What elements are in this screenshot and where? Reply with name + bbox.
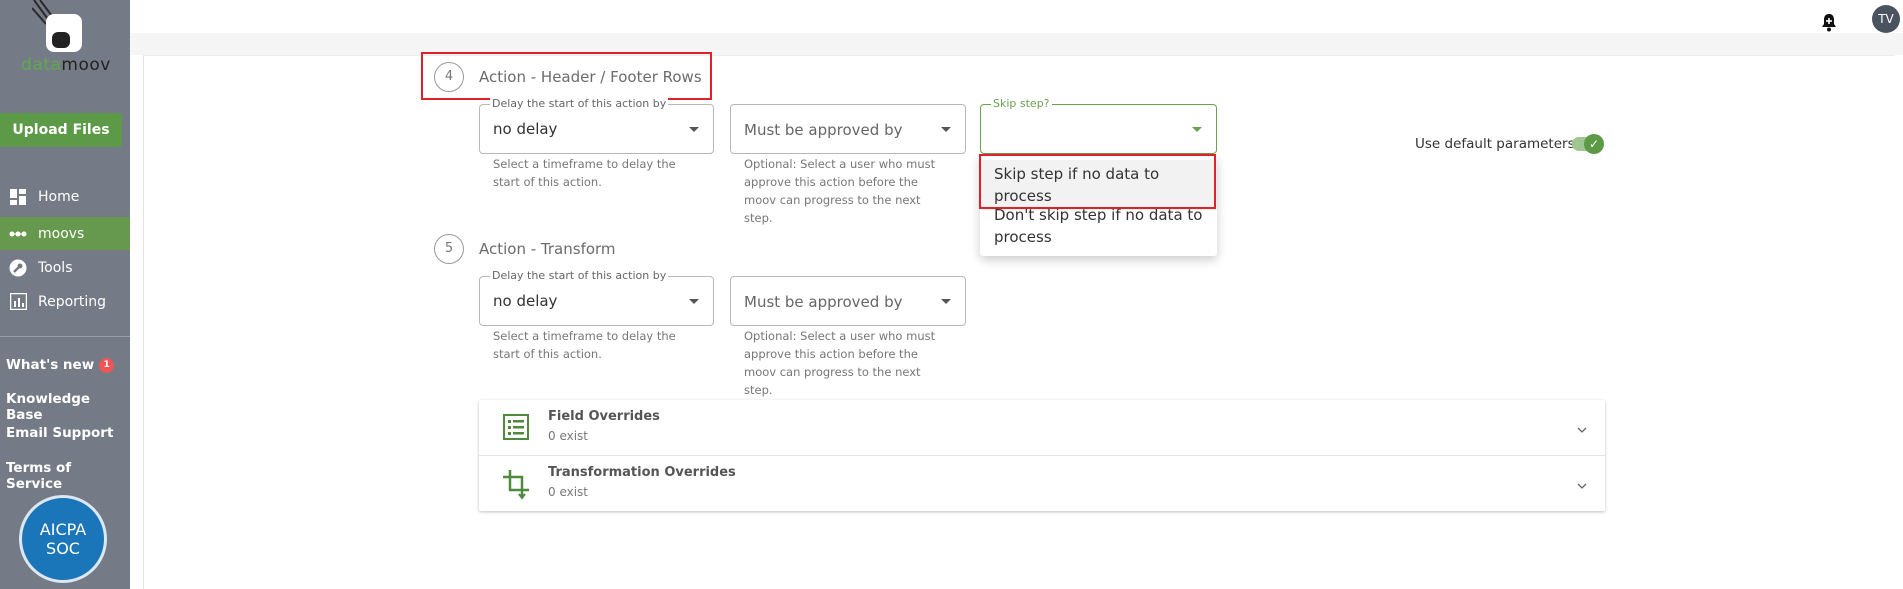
- step5-approval-select[interactable]: Must be approved by: [730, 276, 966, 326]
- transformation-overrides-title: Transformation Overrides: [548, 465, 736, 480]
- sidebar-item-label: moovs: [38, 225, 85, 242]
- step4-delay-select[interactable]: Delay the start of this action by no del…: [479, 97, 714, 154]
- overrides-accordion: Field Overrides 0 exist Transformation O…: [479, 400, 1605, 511]
- dots-icon: [9, 225, 27, 243]
- chart-icon: [9, 293, 27, 311]
- step5-delay-select[interactable]: Delay the start of this action by no del…: [479, 269, 714, 326]
- logo-wordmark: datamoov: [10, 55, 122, 75]
- check-icon[interactable]: ✓: [1584, 134, 1604, 154]
- sidebar: datamoov Upload Files Home moovs Tools R…: [0, 0, 130, 589]
- sidebar-divider: [0, 336, 130, 337]
- caret-down-icon: [941, 127, 951, 132]
- logo-text-moov: moov: [61, 55, 111, 75]
- caret-down-icon: [1192, 127, 1202, 132]
- top-bar: [130, 0, 1903, 33]
- logo-text-data: data: [21, 55, 62, 75]
- sidebar-item-moovs[interactable]: moovs: [0, 217, 130, 250]
- sidebar-item-tools[interactable]: Tools: [0, 251, 130, 284]
- caret-down-icon: [941, 299, 951, 304]
- page-background: [130, 33, 1903, 55]
- crop-icon: [503, 470, 529, 500]
- delay-helper-text: Select a timeframe to delay the start of…: [493, 157, 676, 189]
- step-number-4: 4: [434, 62, 464, 92]
- approval-helper-text: Optional: Select a user who must approve…: [744, 157, 936, 225]
- datamoov-logo[interactable]: datamoov: [0, 0, 130, 80]
- user-avatar[interactable]: TV: [1872, 5, 1900, 33]
- wrench-icon: [9, 259, 27, 277]
- approval-placeholder: Must be approved by: [744, 293, 903, 311]
- whats-new-link[interactable]: What's new 1: [6, 357, 115, 373]
- sidebar-item-reporting[interactable]: Reporting: [0, 285, 130, 318]
- field-overrides-row[interactable]: Field Overrides 0 exist: [479, 400, 1605, 455]
- field-overrides-title: Field Overrides: [548, 409, 660, 424]
- email-support-link[interactable]: Email Support: [6, 425, 113, 441]
- sidebar-item-label: Tools: [38, 259, 73, 276]
- logo-mark-icon: [46, 14, 82, 52]
- highlight-box-skip-option: [979, 154, 1216, 209]
- list-icon: [503, 414, 529, 440]
- skip-option-dont-skip-label: Don't skip step if no data to process: [994, 206, 1203, 246]
- delay-value: no delay: [493, 292, 558, 310]
- step-number-5: 5: [434, 234, 464, 264]
- upload-files-button[interactable]: Upload Files: [0, 113, 122, 147]
- aicpa-soc-badge: AICPA SOC: [19, 495, 107, 583]
- chevron-down-icon[interactable]: [1577, 476, 1587, 489]
- default-params-label: Use default parameters: [1415, 136, 1575, 152]
- step4-title: Action - Header / Footer Rows: [479, 68, 702, 86]
- notification-bell-icon[interactable]: [1819, 12, 1839, 32]
- dashboard-icon: [9, 188, 27, 206]
- approval-placeholder: Must be approved by: [744, 121, 903, 139]
- step4-approval-select[interactable]: Must be approved by: [730, 104, 966, 154]
- soc-text: SOC: [46, 539, 80, 558]
- delay-legend: Delay the start of this action by: [490, 97, 669, 110]
- sidebar-item-home[interactable]: Home: [0, 180, 130, 213]
- caret-down-icon: [689, 127, 699, 132]
- terms-of-service-link[interactable]: Terms of Service: [6, 460, 130, 492]
- sidebar-item-label: Reporting: [38, 293, 107, 310]
- delay-legend: Delay the start of this action by: [490, 269, 669, 282]
- transformation-overrides-count: 0 exist: [548, 485, 589, 499]
- delay-helper-text: Select a timeframe to delay the start of…: [493, 329, 676, 361]
- notification-badge: 1: [99, 358, 115, 373]
- aicpa-text: AICPA: [39, 520, 87, 539]
- chevron-down-icon[interactable]: [1577, 420, 1587, 433]
- knowledge-base-link[interactable]: Knowledge Base: [6, 391, 130, 423]
- caret-down-icon: [689, 299, 699, 304]
- sidebar-item-label: Home: [38, 188, 80, 205]
- approval-helper-text: Optional: Select a user who must approve…: [744, 329, 936, 397]
- delay-value: no delay: [493, 120, 558, 138]
- transformation-overrides-row[interactable]: Transformation Overrides 0 exist: [479, 455, 1605, 510]
- skip-legend: Skip step?: [991, 97, 1052, 110]
- skip-option-dont-skip[interactable]: Don't skip step if no data to process: [980, 204, 1217, 252]
- step5-title: Action - Transform: [479, 240, 616, 258]
- whats-new-label: What's new: [6, 357, 95, 373]
- step4-skip-select[interactable]: Skip step?: [980, 97, 1217, 154]
- field-overrides-count: 0 exist: [548, 429, 589, 443]
